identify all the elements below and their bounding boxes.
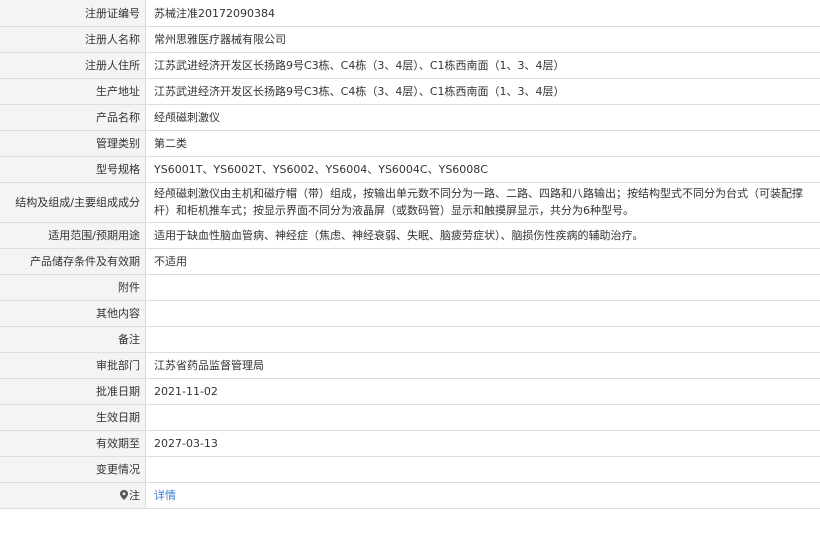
row-registrant-name: 注册人名称 常州思雅医疗器械有限公司 bbox=[0, 26, 820, 53]
value-model-spec: YS6001T、YS6002T、YS6002、YS6004、YS6004C、YS… bbox=[145, 156, 820, 183]
label-registrant-name: 注册人名称 bbox=[0, 26, 146, 53]
label-management-category: 管理类别 bbox=[0, 130, 146, 157]
row-note: 注 详情 bbox=[0, 482, 820, 509]
row-product-name: 产品名称 经颅磁刺激仪 bbox=[0, 104, 820, 131]
value-other-content bbox=[145, 300, 820, 327]
row-registrant-address: 注册人住所 江苏武进经济开发区长扬路9号C3栋、C4栋（3、4层）、C1栋西南面… bbox=[0, 52, 820, 79]
label-valid-until: 有效期至 bbox=[0, 430, 146, 457]
map-pin-icon bbox=[120, 490, 128, 500]
row-management-category: 管理类别 第二类 bbox=[0, 130, 820, 157]
row-approval-date: 批准日期 2021-11-02 bbox=[0, 378, 820, 405]
row-production-address: 生产地址 江苏武进经济开发区长扬路9号C3栋、C4栋（3、4层）、C1栋西南面（… bbox=[0, 78, 820, 105]
label-effective-date: 生效日期 bbox=[0, 404, 146, 431]
label-model-spec: 型号规格 bbox=[0, 156, 146, 183]
value-production-address: 江苏武进经济开发区长扬路9号C3栋、C4栋（3、4层）、C1栋西南面（1、3、4… bbox=[145, 78, 820, 105]
value-approval-date: 2021-11-02 bbox=[145, 378, 820, 405]
label-production-address: 生产地址 bbox=[0, 78, 146, 105]
row-remarks: 备注 bbox=[0, 326, 820, 353]
row-attachment: 附件 bbox=[0, 274, 820, 301]
label-storage-validity: 产品储存条件及有效期 bbox=[0, 248, 146, 275]
value-structure-composition: 经颅磁刺激仪由主机和磁疗帽（带）组成，按输出单元数不同分为一路、二路、四路和八路… bbox=[145, 182, 820, 223]
label-remarks: 备注 bbox=[0, 326, 146, 353]
value-change-history bbox=[145, 456, 820, 483]
label-change-history: 变更情况 bbox=[0, 456, 146, 483]
label-attachment: 附件 bbox=[0, 274, 146, 301]
value-remarks bbox=[145, 326, 820, 353]
label-approval-department: 审批部门 bbox=[0, 352, 146, 379]
row-storage-validity: 产品储存条件及有效期 不适用 bbox=[0, 248, 820, 275]
row-structure-composition: 结构及组成/主要组成成分 经颅磁刺激仪由主机和磁疗帽（带）组成，按输出单元数不同… bbox=[0, 182, 820, 223]
registration-detail-table: 注册证编号 苏械注准20172090384 注册人名称 常州思雅医疗器械有限公司… bbox=[0, 0, 820, 509]
row-intended-use: 适用范围/预期用途 适用于缺血性脑血管病、神经症（焦虑、神经衰弱、失眠、脑疲劳症… bbox=[0, 222, 820, 249]
value-registrant-name: 常州思雅医疗器械有限公司 bbox=[145, 26, 820, 53]
label-intended-use: 适用范围/预期用途 bbox=[0, 222, 146, 249]
label-product-name: 产品名称 bbox=[0, 104, 146, 131]
label-other-content: 其他内容 bbox=[0, 300, 146, 327]
label-structure-composition: 结构及组成/主要组成成分 bbox=[0, 182, 146, 223]
label-note-text: 注 bbox=[129, 489, 140, 502]
label-registration-number: 注册证编号 bbox=[0, 0, 146, 27]
details-link[interactable]: 详情 bbox=[154, 489, 176, 502]
row-model-spec: 型号规格 YS6001T、YS6002T、YS6002、YS6004、YS600… bbox=[0, 156, 820, 183]
row-other-content: 其他内容 bbox=[0, 300, 820, 327]
row-valid-until: 有效期至 2027-03-13 bbox=[0, 430, 820, 457]
value-registrant-address: 江苏武进经济开发区长扬路9号C3栋、C4栋（3、4层）、C1栋西南面（1、3、4… bbox=[145, 52, 820, 79]
row-effective-date: 生效日期 bbox=[0, 404, 820, 431]
value-management-category: 第二类 bbox=[145, 130, 820, 157]
value-product-name: 经颅磁刺激仪 bbox=[145, 104, 820, 131]
label-registrant-address: 注册人住所 bbox=[0, 52, 146, 79]
row-registration-number: 注册证编号 苏械注准20172090384 bbox=[0, 0, 820, 27]
value-effective-date bbox=[145, 404, 820, 431]
value-approval-department: 江苏省药品监督管理局 bbox=[145, 352, 820, 379]
value-note: 详情 bbox=[145, 482, 820, 509]
value-attachment bbox=[145, 274, 820, 301]
value-intended-use: 适用于缺血性脑血管病、神经症（焦虑、神经衰弱、失眠、脑疲劳症状）、脑损伤性疾病的… bbox=[145, 222, 820, 249]
value-valid-until: 2027-03-13 bbox=[145, 430, 820, 457]
value-storage-validity: 不适用 bbox=[145, 248, 820, 275]
value-registration-number: 苏械注准20172090384 bbox=[145, 0, 820, 27]
label-note: 注 bbox=[0, 482, 146, 509]
row-change-history: 变更情况 bbox=[0, 456, 820, 483]
row-approval-department: 审批部门 江苏省药品监督管理局 bbox=[0, 352, 820, 379]
label-approval-date: 批准日期 bbox=[0, 378, 146, 405]
